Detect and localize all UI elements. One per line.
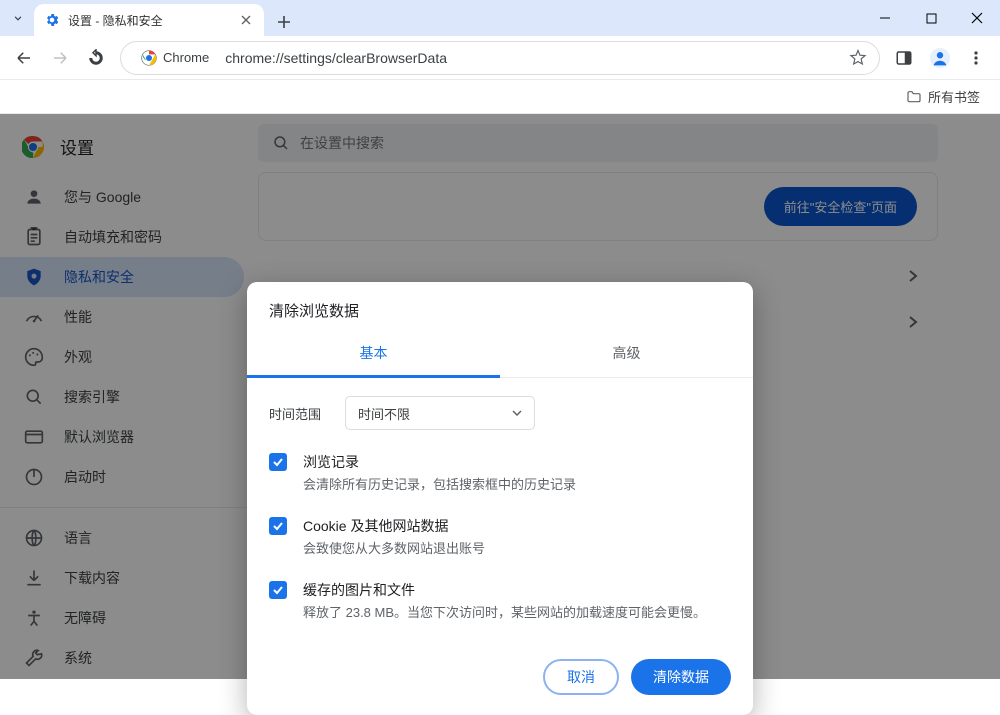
kebab-icon (968, 50, 984, 66)
cancel-button[interactable]: 取消 (543, 659, 619, 695)
minimize-icon (879, 12, 891, 24)
clear-data-dialog: 清除浏览数据 基本 高级 时间范围 时间不限 浏览记录会清除所有历史记录，包括搜… (247, 282, 753, 715)
folder-icon (906, 89, 922, 105)
clear-option: 浏览记录会清除所有历史记录，包括搜索框中的历史记录 (269, 452, 731, 494)
option-subtitle: 会清除所有历史记录，包括搜索框中的历史记录 (303, 476, 731, 494)
reload-button[interactable] (78, 40, 114, 76)
checkbox[interactable] (269, 517, 287, 535)
option-title: 缓存的图片和文件 (303, 580, 731, 600)
option-title: 浏览记录 (303, 452, 731, 472)
clear-option: 缓存的图片和文件释放了 23.8 MB。当您下次访问时，某些网站的加载速度可能会… (269, 580, 731, 622)
bookmark-bar: 所有书签 (0, 80, 1000, 114)
window-controls (862, 0, 1000, 36)
checkbox[interactable] (269, 453, 287, 471)
time-range-select[interactable]: 时间不限 (345, 396, 535, 430)
window-close-button[interactable] (954, 0, 1000, 36)
dialog-title: 清除浏览数据 (247, 282, 753, 331)
close-icon (241, 15, 251, 25)
option-subtitle: 会致使您从大多数网站退出账号 (303, 540, 731, 558)
back-button[interactable] (6, 40, 42, 76)
arrow-right-icon (51, 49, 69, 67)
minimize-button[interactable] (862, 0, 908, 36)
tab-advanced[interactable]: 高级 (500, 331, 753, 378)
clear-data-button[interactable]: 清除数据 (631, 659, 731, 695)
side-panel-button[interactable] (886, 40, 922, 76)
browser-toolbar: Chrome chrome://settings/clearBrowserDat… (0, 36, 1000, 80)
all-bookmarks-button[interactable]: 所有书签 (898, 83, 988, 110)
star-icon (849, 49, 867, 67)
browser-tab[interactable]: 设置 - 隐私和安全 (34, 4, 264, 36)
checkbox[interactable] (269, 581, 287, 599)
tab-search-dropdown[interactable] (0, 0, 36, 36)
settings-page: 设置 您与 Google自动填充和密码隐私和安全性能外观搜索引擎默认浏览器启动时… (0, 114, 1000, 679)
chevron-down-icon (11, 11, 25, 25)
check-icon (272, 520, 284, 532)
chevron-down-icon (512, 410, 522, 416)
profile-button[interactable] (922, 40, 958, 76)
site-chip[interactable]: Chrome (133, 48, 217, 68)
profile-icon (929, 47, 951, 69)
address-bar[interactable]: Chrome chrome://settings/clearBrowserDat… (120, 41, 880, 75)
clear-option: Cookie 及其他网站数据会致使您从大多数网站退出账号 (269, 516, 731, 558)
url-text: chrome://settings/clearBrowserData (225, 50, 849, 66)
time-range-value: 时间不限 (358, 404, 410, 423)
close-icon (971, 12, 983, 24)
tab-basic[interactable]: 基本 (247, 331, 500, 378)
new-tab-button[interactable] (270, 8, 298, 36)
time-range-label: 时间范围 (269, 404, 325, 423)
tab-title: 设置 - 隐私和安全 (68, 12, 238, 29)
site-chip-text: Chrome (163, 50, 209, 65)
option-title: Cookie 及其他网站数据 (303, 516, 731, 536)
check-icon (272, 584, 284, 596)
chrome-logo-icon (141, 50, 157, 66)
reload-icon (87, 49, 105, 67)
check-icon (272, 456, 284, 468)
arrow-left-icon (15, 49, 33, 67)
maximize-icon (926, 13, 937, 24)
tab-close-button[interactable] (238, 12, 254, 28)
forward-button[interactable] (42, 40, 78, 76)
dialog-tabs: 基本 高级 (247, 331, 753, 378)
bookmark-star-button[interactable] (849, 49, 867, 67)
plus-icon (277, 15, 291, 29)
maximize-button[interactable] (908, 0, 954, 36)
panel-icon (895, 49, 913, 67)
window-titlebar: 设置 - 隐私和安全 (0, 0, 1000, 36)
gear-icon (44, 12, 60, 28)
all-bookmarks-label: 所有书签 (928, 87, 980, 106)
menu-button[interactable] (958, 40, 994, 76)
option-subtitle: 释放了 23.8 MB。当您下次访问时，某些网站的加载速度可能会更慢。 (303, 604, 731, 622)
